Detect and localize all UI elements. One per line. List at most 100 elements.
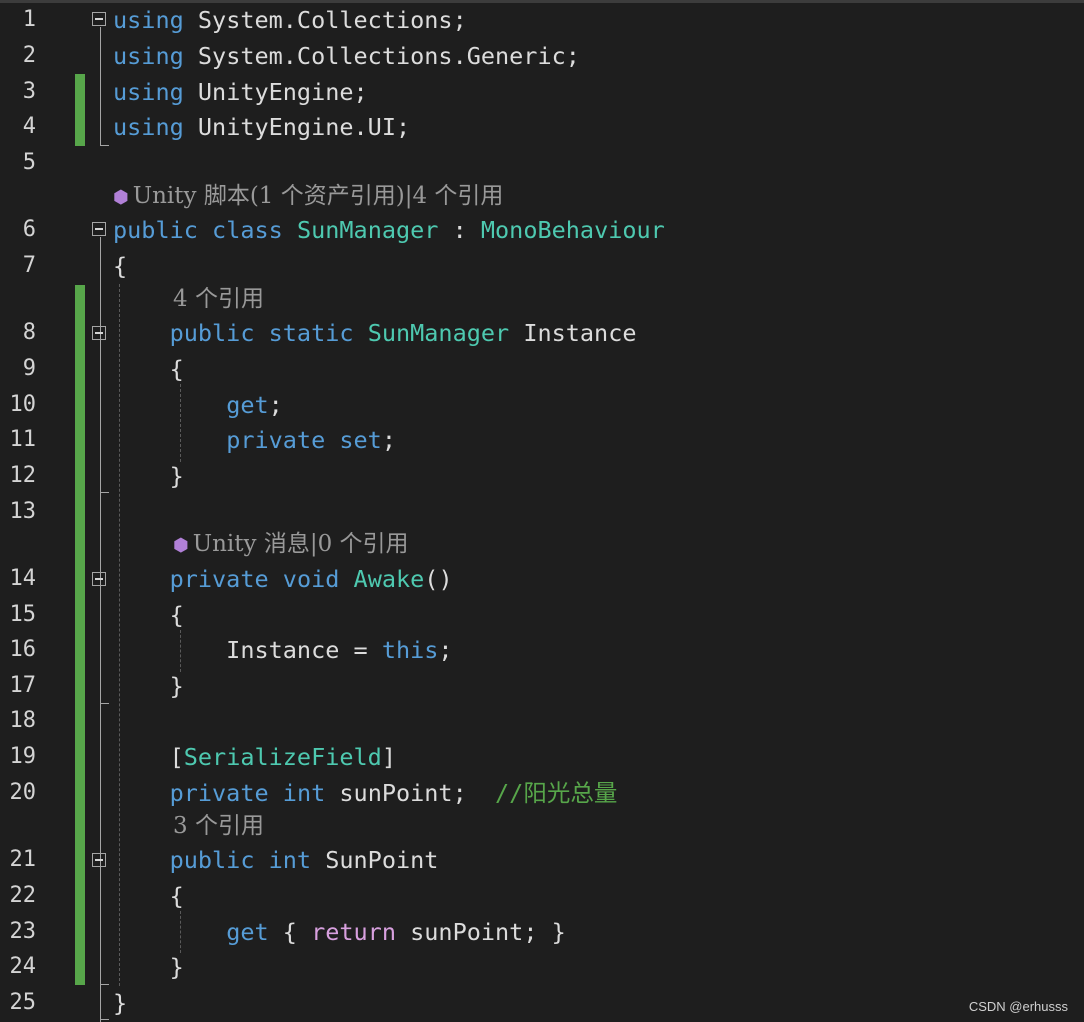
code-line[interactable]: [SerializeField]	[113, 744, 396, 770]
code-token: }	[113, 672, 184, 700]
outline-line	[100, 27, 101, 146]
code-token: private	[169, 779, 269, 807]
code-line[interactable]: get;	[113, 392, 283, 418]
code-line[interactable]: using UnityEngine.UI;	[113, 114, 410, 140]
codelens[interactable]: ⬢ Unity 脚本(1 个资产引用)|4 个引用	[113, 183, 503, 211]
unity-cube-icon: ⬢	[173, 535, 189, 556]
codelens[interactable]: 3 个引用	[173, 813, 264, 839]
code-line[interactable]: {	[113, 253, 127, 279]
line-number: 10	[9, 392, 37, 417]
code-token: using	[113, 113, 184, 141]
code-line[interactable]: using System.Collections;	[113, 7, 467, 33]
unity-cube-icon: ⬢	[113, 187, 129, 208]
code-token: :	[438, 216, 481, 244]
code-line[interactable]: }	[113, 954, 184, 980]
line-number: 22	[9, 883, 37, 908]
line-number: 4	[22, 114, 36, 139]
line-number: 13	[9, 499, 37, 524]
code-token: private	[226, 426, 326, 454]
code-token: System.Collections.Generic;	[183, 42, 580, 70]
code-line[interactable]: get { return sunPoint; }	[113, 919, 566, 945]
code-line[interactable]: Instance = this;	[113, 636, 453, 664]
line-number: 3	[22, 79, 36, 104]
code-line[interactable]: }	[113, 673, 184, 699]
code-editor[interactable]: ⬢ Unity 脚本(1 个资产引用)|4 个引用 4 个引用 ⬢ Unity 消息…	[0, 0, 1084, 1022]
line-number: 9	[22, 356, 36, 381]
code-token: }	[113, 462, 184, 490]
line-number: 20	[9, 780, 37, 805]
code-token: ]	[381, 743, 396, 771]
line-number: 12	[9, 463, 37, 488]
code-line[interactable]: public static SunManager Instance	[113, 320, 637, 346]
code-line[interactable]: {	[113, 356, 184, 382]
code-line[interactable]: private void Awake()	[113, 566, 453, 592]
code-token: Instance =	[113, 636, 382, 664]
code-token: ;	[438, 636, 453, 664]
indent-guide	[119, 284, 120, 986]
change-bar	[75, 285, 85, 985]
line-number: 23	[9, 919, 37, 944]
code-token: return	[311, 918, 396, 946]
collapse-icon[interactable]	[92, 853, 106, 867]
code-token: get	[226, 391, 269, 419]
outline-end	[100, 984, 109, 985]
code-line[interactable]: private set;	[113, 427, 396, 453]
code-token: void	[282, 565, 340, 593]
code-token: ;	[268, 391, 283, 419]
outline-end	[100, 1019, 109, 1020]
code-line[interactable]: using UnityEngine;	[113, 79, 368, 105]
code-token: MonoBehaviour	[480, 216, 665, 244]
code-token: SunManager	[367, 319, 510, 347]
code-line[interactable]: public int SunPoint	[113, 846, 439, 874]
collapse-icon[interactable]	[92, 222, 106, 236]
line-number: 25	[9, 990, 37, 1015]
outline-line	[100, 237, 101, 1022]
code-token: public	[113, 216, 198, 244]
code-line[interactable]: }	[113, 990, 127, 1016]
outline-end	[100, 145, 109, 146]
code-token: {	[113, 601, 184, 629]
code-token: SunManager	[296, 216, 439, 244]
code-token: get	[226, 918, 269, 946]
line-number: 6	[22, 217, 36, 242]
collapse-icon[interactable]	[92, 326, 106, 340]
line-number: 2	[22, 43, 36, 68]
collapse-icon[interactable]	[92, 12, 106, 26]
code-token: SerializeField	[183, 743, 382, 771]
code-token: int	[268, 846, 312, 874]
code-line[interactable]: {	[113, 883, 184, 909]
line-number: 19	[9, 744, 37, 769]
code-token: using	[113, 42, 184, 70]
code-token: using	[113, 6, 184, 34]
code-token: Awake	[353, 565, 425, 593]
code-token: this	[381, 636, 439, 664]
code-token: private	[169, 565, 269, 593]
code-token: {	[113, 882, 184, 910]
codelens[interactable]: 4 个引用	[173, 286, 264, 312]
line-number: 11	[9, 427, 37, 452]
code-line[interactable]: private int sunPoint; //阳光总量	[113, 779, 618, 807]
line-number: 24	[9, 954, 37, 979]
codelens-text: Unity 脚本(1 个资产引用)|4 个引用	[132, 183, 504, 209]
code-line[interactable]: {	[113, 602, 184, 628]
code-line[interactable]: }	[113, 463, 184, 489]
code-token: using	[113, 78, 184, 106]
code-token: ;	[381, 426, 396, 454]
code-token: UnityEngine.UI;	[183, 113, 411, 141]
code-token: sunPoint;	[325, 779, 496, 807]
code-line[interactable]: public class SunManager : MonoBehaviour	[113, 217, 665, 243]
code-line[interactable]: using System.Collections.Generic;	[113, 43, 580, 69]
code-token: UnityEngine;	[183, 78, 368, 106]
codelens[interactable]: ⬢ Unity 消息|0 个引用	[173, 531, 409, 559]
collapse-icon[interactable]	[92, 572, 106, 586]
